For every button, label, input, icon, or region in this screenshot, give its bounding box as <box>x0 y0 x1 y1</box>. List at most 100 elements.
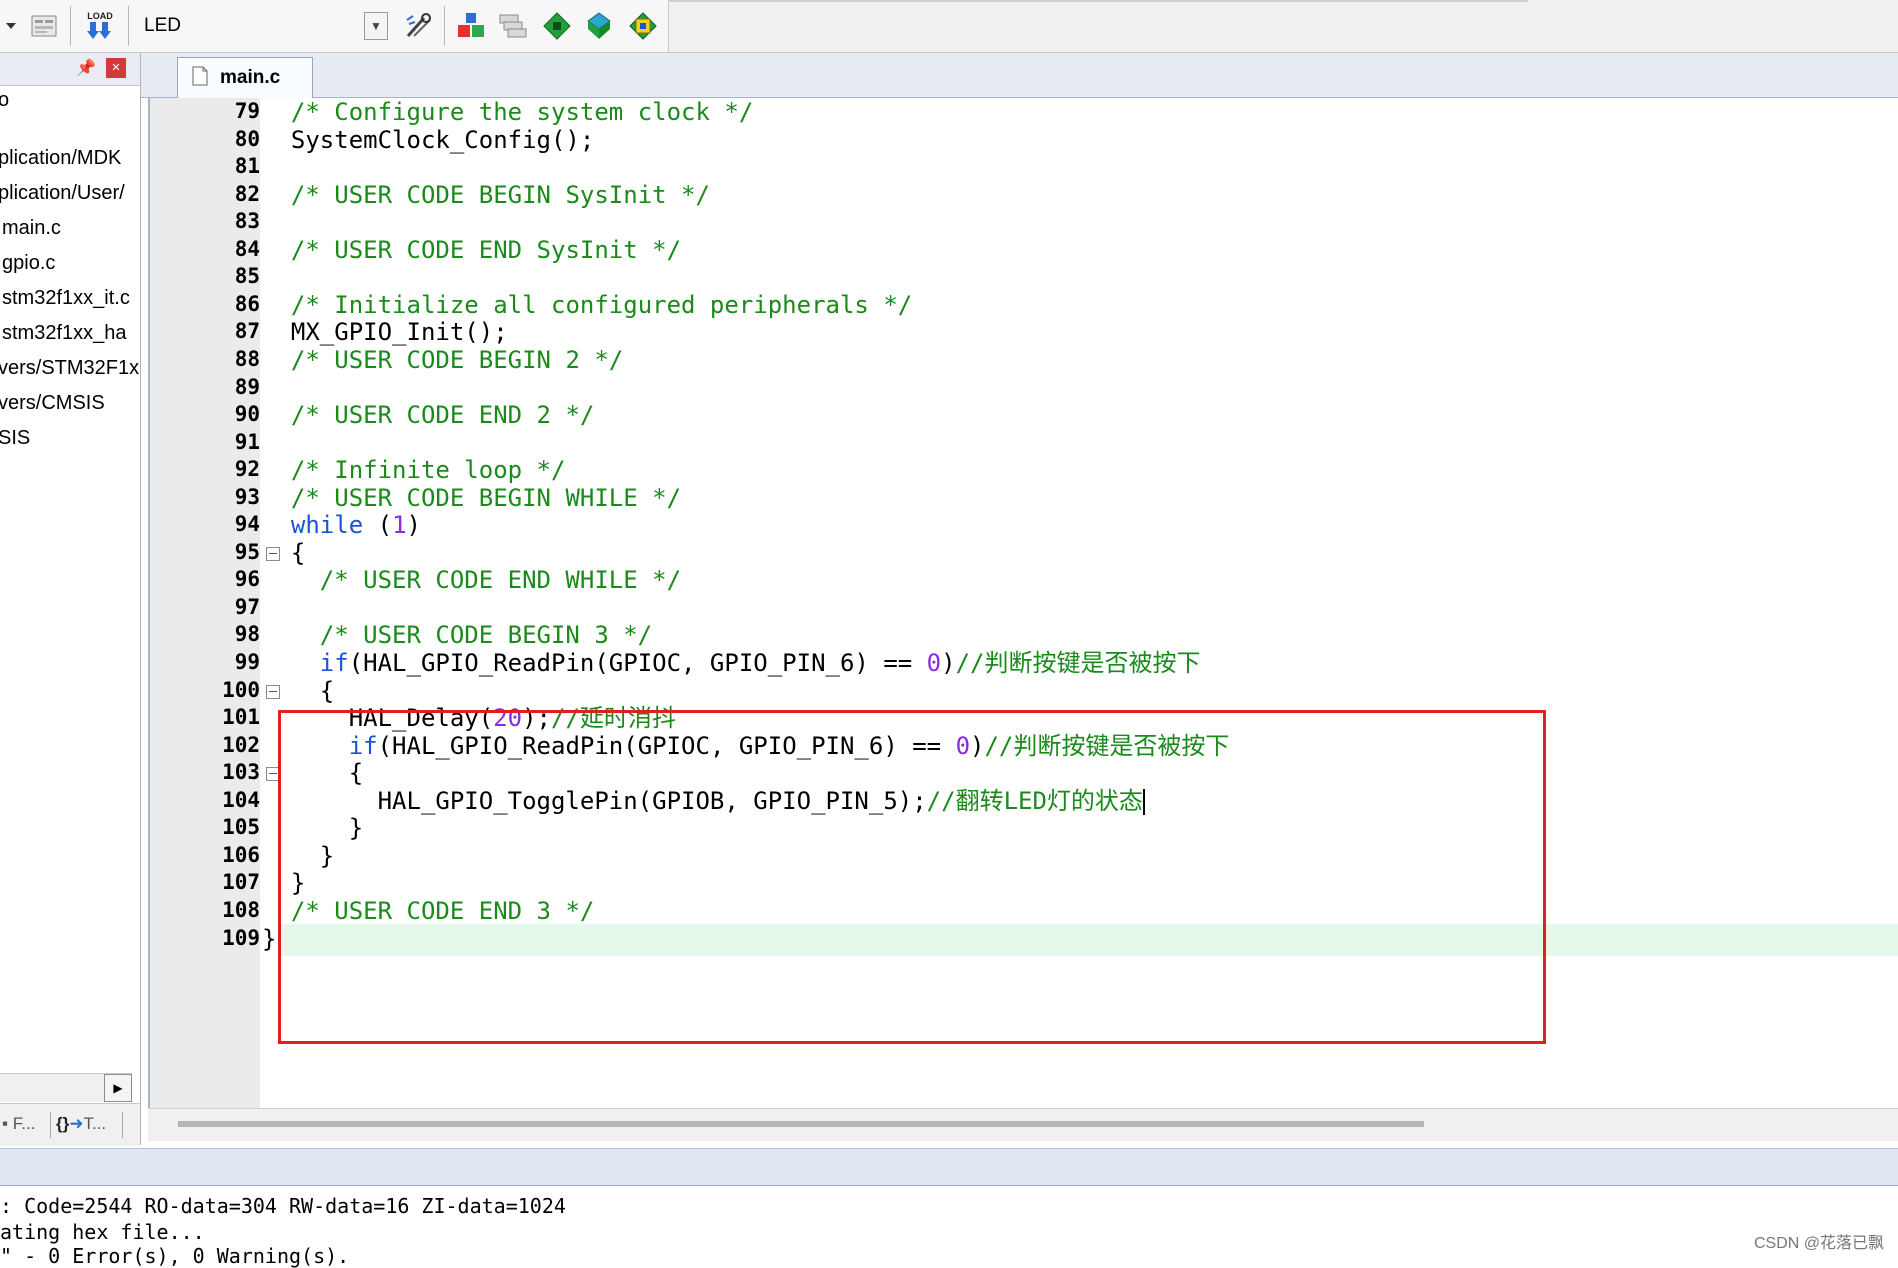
code-line[interactable]: /* USER CODE END 2 */ <box>262 399 594 431</box>
code-line[interactable]: /* USER CODE BEGIN 2 */ <box>262 344 623 376</box>
multi-project-icon[interactable] <box>496 8 530 44</box>
dropdown-arrow-icon[interactable] <box>2 8 20 44</box>
code-line[interactable]: /* USER CODE END 3 */ <box>262 895 594 927</box>
code-line[interactable]: /* USER CODE END WHILE */ <box>262 564 681 596</box>
code-token: ) <box>970 731 985 760</box>
text-caret <box>1142 788 1145 815</box>
line-number: 100 <box>222 677 260 702</box>
tree-item-stm32f1xx-it-c[interactable]: stm32f1xx_it.c <box>2 287 130 310</box>
code-line[interactable]: HAL_GPIO_TogglePin(GPIOB, GPIO_PIN_5);//… <box>262 785 1145 817</box>
code-line[interactable]: /* USER CODE END SysInit */ <box>262 234 681 266</box>
manage-components-icon[interactable] <box>454 8 488 44</box>
code-token: //判断按键是否被按下 <box>955 649 1201 677</box>
tab-separator <box>50 1112 51 1138</box>
tree-item-cmsis[interactable]: SIS <box>0 427 30 450</box>
code-token: while <box>290 511 364 540</box>
tab-templates[interactable]: {}➜T... <box>56 1114 106 1134</box>
line-number: 79 <box>234 99 260 123</box>
line-number: 82 <box>234 181 260 206</box>
code-line[interactable]: SystemClock_Config(); <box>262 124 594 156</box>
chevron-down-icon[interactable]: ▼ <box>364 12 388 40</box>
build-output: : Code=2544 RO-data=304 RW-data=16 ZI-da… <box>0 1186 1898 1268</box>
tree-item-gpio-c[interactable]: gpio.c <box>2 252 55 275</box>
options-dialog-icon[interactable] <box>26 8 62 44</box>
templates-icon: {} <box>56 1114 70 1133</box>
watermark: CSDN @花落已飘 <box>1753 1235 1884 1252</box>
code-token: 0 <box>955 731 971 760</box>
target-options-icon[interactable] <box>402 8 436 44</box>
tree-item-application-user[interactable]: plication/User/ <box>0 182 125 205</box>
code-line[interactable]: if(HAL_GPIO_ReadPin(GPIOC, GPIO_PIN_6) =… <box>262 730 1230 762</box>
line-number: 83 <box>234 209 260 234</box>
tab-files[interactable]: ▪ F... <box>2 1114 35 1134</box>
panel-tabs: ▪ F... {}➜T... <box>0 1103 140 1146</box>
code-line[interactable]: /* USER CODE BEGIN SysInit */ <box>262 179 710 211</box>
code-editor[interactable]: 79 80 81 82 83 84 85 86 87 88 89 90 91 92 93 94 95 96 97 98… <box>148 98 1898 1110</box>
run-time-environment-icon[interactable] <box>626 8 660 44</box>
close-icon[interactable]: × <box>106 58 126 78</box>
tree-item-application-mdk[interactable]: plication/MDK <box>0 147 121 170</box>
tab-separator <box>122 1112 123 1138</box>
line-number: 108 <box>222 897 260 922</box>
tree-item-drivers-stm32f1xx[interactable]: vers/STM32F1x <box>0 357 139 380</box>
code-token: ); <box>522 704 551 733</box>
scrollbar-thumb[interactable] <box>178 1121 1424 1127</box>
target-select[interactable]: LED ▼ <box>138 10 394 42</box>
project-tree: o plication/MDK plication/User/ main.c g… <box>0 89 140 1079</box>
code-token: } <box>262 814 364 843</box>
fold-toggle-icon[interactable] <box>266 767 280 782</box>
toolbar-topline <box>668 0 1528 2</box>
code-line[interactable]: if(HAL_GPIO_ReadPin(GPIOC, GPIO_PIN_6) =… <box>262 647 1201 679</box>
line-number: 98 <box>234 622 260 647</box>
tab-main-c[interactable]: main.c <box>177 57 313 98</box>
toolbar-separator <box>128 6 129 46</box>
fold-toggle-icon[interactable] <box>266 546 280 561</box>
line-number: 97 <box>234 594 260 619</box>
panel-splitter[interactable] <box>0 1148 1898 1187</box>
project-panel: 📌 × o plication/MDK plication/User/ main… <box>0 53 141 1146</box>
code-token: /* USER CODE END SysInit */ <box>290 235 682 264</box>
toolbar-separator <box>70 6 71 46</box>
code-token: 1 <box>392 511 407 540</box>
code-token: //判断按键是否被按下 <box>984 731 1230 760</box>
tree-item-drivers-cmsis[interactable]: vers/CMSIS <box>0 392 105 415</box>
tree-item-stm32f1xx-hal[interactable]: stm32f1xx_ha <box>2 322 127 345</box>
tree-item-main-c[interactable]: main.c <box>2 217 61 240</box>
line-number: 86 <box>234 291 260 316</box>
scroll-right-icon[interactable]: ▶ <box>104 1074 132 1102</box>
code-area[interactable]: /* Configure the system clock */ SystemC… <box>260 98 1898 1110</box>
tree-item[interactable]: o <box>0 89 9 112</box>
pack-installer-icon[interactable] <box>540 8 574 44</box>
code-token: /* USER CODE BEGIN 2 */ <box>290 345 624 374</box>
select-software-packs-icon[interactable] <box>582 8 616 44</box>
fold-toggle-icon[interactable] <box>266 684 280 699</box>
horizontal-scrollbar[interactable]: ▶ <box>0 1073 132 1102</box>
code-line[interactable]: } <box>262 923 276 955</box>
code-token: MX_GPIO_Init(); <box>262 318 508 347</box>
code-token: ) <box>941 649 956 677</box>
tab-label: main.c <box>220 67 281 88</box>
line-number: 94 <box>234 512 260 537</box>
code-token: /* USER CODE BEGIN 3 */ <box>319 621 653 650</box>
code-token: /* USER CODE END 2 */ <box>290 401 595 430</box>
line-number: 96 <box>234 567 260 592</box>
line-number: 109 <box>222 925 260 950</box>
editor-horizontal-scrollbar[interactable] <box>148 1108 1898 1141</box>
build-output-line: " - 0 Error(s), 0 Warning(s). <box>0 1244 350 1268</box>
line-number: 93 <box>234 484 260 509</box>
load-label: LOAD <box>87 11 113 21</box>
build-output-line: : Code=2544 RO-data=304 RW-data=16 ZI-da… <box>0 1194 566 1218</box>
pin-icon[interactable]: 📌 <box>76 58 96 78</box>
download-load-icon[interactable]: LOAD <box>80 8 120 44</box>
code-token: //延时消抖 <box>551 704 676 733</box>
